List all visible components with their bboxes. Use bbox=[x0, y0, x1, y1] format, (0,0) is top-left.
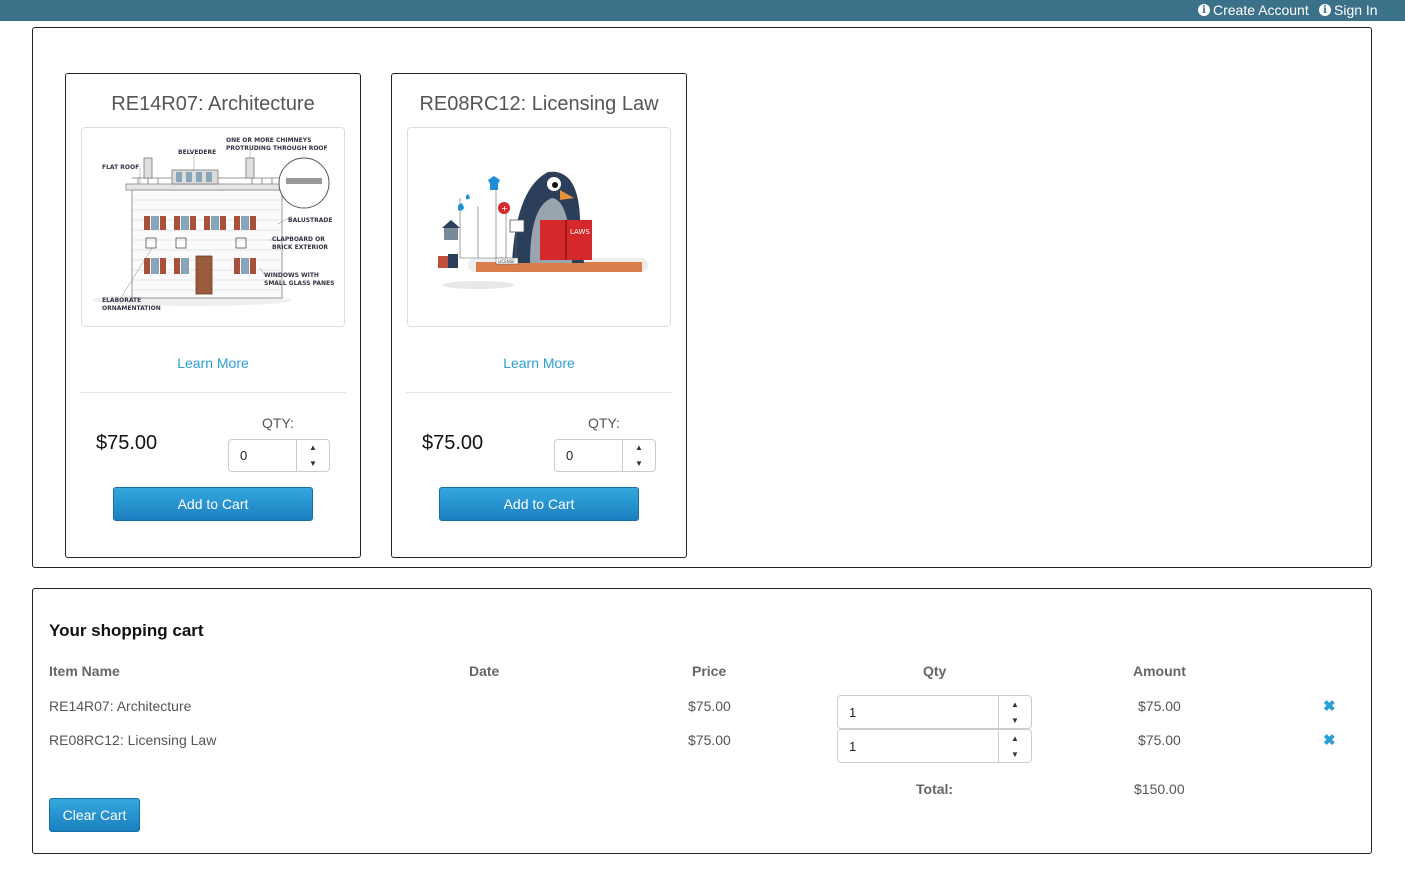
info-circle-icon: i bbox=[1319, 4, 1331, 16]
shopping-cart-panel: Your shopping cart Item Name Date Price … bbox=[32, 588, 1372, 854]
learn-more-link[interactable]: Learn More bbox=[66, 355, 360, 371]
penguin-illustration: LAWS + LICENSE bbox=[438, 171, 648, 289]
image-label: CLAPBOARD OR bbox=[272, 236, 325, 243]
header-item-name: Item Name bbox=[49, 663, 120, 679]
svg-text:+: + bbox=[501, 204, 508, 213]
cart-item-name: RE14R07: Architecture bbox=[49, 698, 192, 714]
product-image-licensing-law: LAWS + LICENSE bbox=[407, 127, 671, 327]
cart-title: Your shopping cart bbox=[49, 621, 204, 640]
cart-qty-stepper[interactable]: 1 ▲ ▼ bbox=[837, 729, 1032, 763]
caret-down-icon[interactable]: ▼ bbox=[999, 712, 1031, 728]
cart-qty-stepper[interactable]: 1 ▲ ▼ bbox=[837, 695, 1032, 729]
caret-up-icon[interactable]: ▲ bbox=[623, 440, 655, 456]
image-label: LICENSE bbox=[498, 259, 515, 264]
caret-down-icon[interactable]: ▼ bbox=[297, 456, 329, 472]
cart-item-name: RE08RC12: Licensing Law bbox=[49, 732, 217, 748]
image-label: WINDOWS WITH bbox=[264, 272, 319, 279]
caret-down-icon[interactable]: ▼ bbox=[623, 456, 655, 472]
sign-in-label: Sign In bbox=[1334, 2, 1378, 18]
header-amount: Amount bbox=[1133, 663, 1186, 679]
product-price: $75.00 bbox=[96, 432, 158, 454]
total-label: Total: bbox=[916, 781, 954, 797]
cart-item-amount: $75.00 bbox=[1138, 698, 1181, 714]
sign-in-link[interactable]: i Sign In bbox=[1319, 2, 1378, 18]
header-price: Price bbox=[692, 663, 727, 679]
image-label: PROTRUDING THROUGH ROOF bbox=[226, 145, 328, 152]
image-label: ORNAMENTATION bbox=[102, 305, 161, 312]
remove-item-icon[interactable]: ✖ bbox=[1323, 731, 1336, 749]
quantity-stepper[interactable]: 0 ▲ ▼ bbox=[228, 439, 330, 472]
total-value: $150.00 bbox=[1134, 781, 1185, 797]
product-image-architecture: ONE OR MORE CHIMNEYS PROTRUDING THROUGH … bbox=[81, 127, 345, 327]
image-label: BRICK EXTERIOR bbox=[272, 244, 328, 251]
quantity-value[interactable]: 0 bbox=[555, 440, 622, 471]
product-title: RE08RC12: Licensing Law bbox=[419, 93, 659, 115]
qty-label: QTY: bbox=[588, 415, 620, 431]
quantity-stepper[interactable]: 0 ▲ ▼ bbox=[554, 439, 656, 472]
cart-qty-value[interactable]: 1 bbox=[838, 730, 998, 762]
divider bbox=[80, 392, 346, 393]
product-card: RE14R07: Architecture ONE OR MORE CHIMNE… bbox=[65, 73, 361, 558]
image-label: SMALL GLASS PANES bbox=[264, 280, 334, 287]
add-to-cart-button[interactable]: Add to Cart bbox=[439, 487, 639, 521]
quantity-value[interactable]: 0 bbox=[229, 440, 296, 471]
qty-label: QTY: bbox=[262, 415, 294, 431]
create-account-link[interactable]: i Create Account bbox=[1198, 2, 1309, 18]
header-qty: Qty bbox=[923, 663, 947, 679]
caret-down-icon[interactable]: ▼ bbox=[999, 746, 1031, 762]
caret-up-icon[interactable]: ▲ bbox=[999, 730, 1031, 746]
remove-item-icon[interactable]: ✖ bbox=[1323, 697, 1336, 715]
image-label: BALUSTRADE bbox=[288, 217, 332, 224]
create-account-label: Create Account bbox=[1213, 2, 1309, 18]
cart-item-price: $75.00 bbox=[688, 732, 731, 748]
image-label: LAWS bbox=[570, 228, 590, 236]
image-label: BELVEDERE bbox=[178, 149, 216, 156]
image-label: ELABORATE bbox=[102, 297, 141, 304]
caret-up-icon[interactable]: ▲ bbox=[297, 440, 329, 456]
image-label: ONE OR MORE CHIMNEYS bbox=[226, 137, 311, 144]
caret-up-icon[interactable]: ▲ bbox=[999, 696, 1031, 712]
product-title: RE14R07: Architecture bbox=[111, 93, 315, 115]
info-circle-icon: i bbox=[1198, 4, 1210, 16]
header-date: Date bbox=[469, 663, 500, 679]
house-illustration: ONE OR MORE CHIMNEYS PROTRUDING THROUGH … bbox=[92, 137, 334, 312]
products-panel: RE14R07: Architecture ONE OR MORE CHIMNE… bbox=[32, 27, 1372, 568]
cart-item-price: $75.00 bbox=[688, 698, 731, 714]
image-label: FLAT ROOF bbox=[102, 164, 139, 171]
clear-cart-button[interactable]: Clear Cart bbox=[49, 798, 140, 832]
cart-qty-value[interactable]: 1 bbox=[838, 696, 998, 728]
divider bbox=[406, 392, 672, 393]
add-to-cart-button[interactable]: Add to Cart bbox=[113, 487, 313, 521]
product-card: RE08RC12: Licensing Law LAWS + LICENSE L… bbox=[391, 73, 687, 558]
learn-more-link[interactable]: Learn More bbox=[392, 355, 686, 371]
top-nav-bar: i Create Account i Sign In bbox=[0, 0, 1405, 21]
product-price: $75.00 bbox=[422, 432, 484, 454]
cart-item-amount: $75.00 bbox=[1138, 732, 1181, 748]
